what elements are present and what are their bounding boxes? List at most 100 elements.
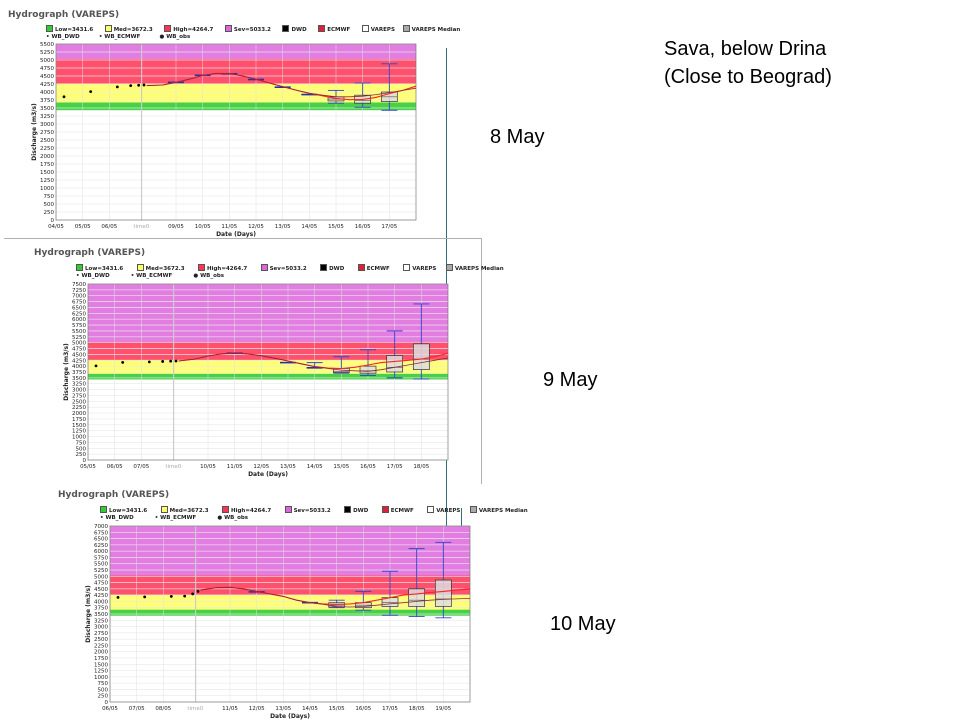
date-label-1: 8 May bbox=[490, 126, 545, 148]
obs-point bbox=[147, 360, 151, 364]
y-tick-label: 3500 bbox=[94, 612, 108, 618]
obs-point bbox=[174, 359, 178, 363]
box-iqr bbox=[434, 579, 452, 607]
band-low bbox=[88, 373, 448, 380]
y-tick-label: 2750 bbox=[94, 631, 108, 637]
y-tick-label: 4000 bbox=[72, 364, 86, 370]
x-tick-label: 16/05 bbox=[355, 706, 371, 712]
y-tick-label: 750 bbox=[44, 194, 55, 200]
x-tick-label: 05/05 bbox=[75, 224, 91, 230]
y-tick-label: 7250 bbox=[72, 288, 86, 294]
box-iqr bbox=[359, 365, 377, 374]
obs-point bbox=[143, 595, 147, 599]
x-tick-label: 05/05 bbox=[80, 464, 96, 470]
location-title-line2: (Close to Beograd) bbox=[664, 66, 832, 88]
y-tick-label: 6500 bbox=[72, 305, 86, 311]
y-tick-label: 4250 bbox=[40, 82, 54, 88]
x-tick-label: 13/05 bbox=[280, 464, 296, 470]
y-tick-label: 5500 bbox=[40, 42, 54, 48]
x-tick-label: 09/05 bbox=[168, 224, 184, 230]
obs-point bbox=[121, 360, 125, 364]
obs-point bbox=[115, 85, 119, 89]
y-tick-label: 1750 bbox=[94, 656, 108, 662]
x-tick-label: 13/05 bbox=[275, 224, 291, 230]
obs-point bbox=[191, 592, 195, 596]
band-low bbox=[56, 102, 416, 111]
x-tick-label: 12/05 bbox=[248, 224, 264, 230]
y-tick-label: 4750 bbox=[94, 581, 108, 587]
x-tick-label: 08/05 bbox=[155, 706, 171, 712]
y-tick-label: 4250 bbox=[72, 358, 86, 364]
y-tick-label: 750 bbox=[98, 681, 109, 687]
obs-point bbox=[116, 596, 120, 599]
date-label-2: 9 May bbox=[543, 369, 598, 391]
y-tick-label: 1250 bbox=[72, 429, 86, 435]
y-tick-label: 250 bbox=[44, 210, 55, 216]
y-tick-label: 7500 bbox=[72, 282, 86, 288]
obs-point bbox=[169, 359, 173, 363]
y-tick-label: 3000 bbox=[40, 122, 54, 128]
x-tick-label: time0 bbox=[187, 706, 203, 712]
obs-point bbox=[196, 589, 200, 593]
x-axis-label: Date (Days) bbox=[270, 713, 310, 720]
y-tick-label: 2250 bbox=[40, 146, 54, 152]
y-tick-label: 2000 bbox=[94, 650, 108, 656]
hydrograph-chart: 0250500750100012501500175020002250250027… bbox=[85, 524, 471, 720]
y-tick-label: 2000 bbox=[72, 411, 86, 417]
x-tick-label: 06/05 bbox=[102, 706, 118, 712]
y-axis-label: Discharge (m3/s) bbox=[63, 343, 70, 401]
y-tick-label: 3000 bbox=[72, 388, 86, 394]
y-tick-label: 4000 bbox=[40, 90, 54, 96]
y-tick-label: 5750 bbox=[94, 555, 108, 561]
x-tick-label: 06/05 bbox=[107, 464, 123, 470]
x-tick-label: 18/05 bbox=[413, 464, 429, 470]
y-tick-label: 4500 bbox=[94, 587, 108, 593]
y-tick-label: 5500 bbox=[94, 562, 108, 568]
y-tick-label: 2500 bbox=[72, 399, 86, 405]
y-axis-label: Discharge (m3/s) bbox=[31, 103, 38, 161]
y-tick-label: 500 bbox=[44, 202, 55, 208]
y-tick-label: 1000 bbox=[72, 435, 86, 441]
y-tick-label: 2500 bbox=[40, 138, 54, 144]
y-tick-label: 1750 bbox=[40, 162, 54, 168]
y-tick-label: 6000 bbox=[72, 317, 86, 323]
y-tick-label: 6750 bbox=[72, 300, 86, 306]
y-tick-label: 6000 bbox=[94, 549, 108, 555]
x-tick-label: 14/05 bbox=[301, 224, 317, 230]
y-tick-label: 3500 bbox=[40, 106, 54, 112]
y-tick-label: 5500 bbox=[72, 329, 86, 335]
y-tick-label: 5000 bbox=[40, 58, 54, 64]
x-tick-label: 14/05 bbox=[302, 706, 318, 712]
y-tick-label: 4500 bbox=[72, 352, 86, 358]
obs-point bbox=[89, 90, 93, 94]
x-tick-label: 11/05 bbox=[227, 464, 243, 470]
x-tick-label: 16/05 bbox=[360, 464, 376, 470]
x-tick-label: 04/05 bbox=[48, 224, 64, 230]
y-tick-label: 5750 bbox=[72, 323, 86, 329]
x-tick-label: 19/05 bbox=[435, 706, 451, 712]
x-tick-label: 07/05 bbox=[129, 706, 145, 712]
hydrograph-chart: 0250500750100012501500175020002250250027… bbox=[31, 42, 417, 238]
y-tick-label: 3000 bbox=[94, 625, 108, 631]
x-tick-label: 15/05 bbox=[333, 464, 349, 470]
obs-point bbox=[129, 84, 133, 87]
x-tick-label: 15/05 bbox=[328, 224, 344, 230]
obs-point bbox=[183, 594, 187, 598]
x-tick-label: 18/05 bbox=[409, 706, 425, 712]
obs-point bbox=[62, 95, 66, 99]
x-axis-label: Date (Days) bbox=[216, 231, 256, 238]
obs-point bbox=[137, 83, 141, 87]
y-tick-label: 2000 bbox=[40, 154, 54, 160]
band-high bbox=[56, 58, 416, 84]
y-tick-label: 2250 bbox=[72, 405, 86, 411]
hydrograph-chart: 0250500750100012501500175020002250250027… bbox=[63, 282, 449, 478]
y-tick-label: 5250 bbox=[40, 50, 54, 56]
x-tick-label: 14/05 bbox=[307, 464, 323, 470]
x-tick-label: 15/05 bbox=[329, 706, 345, 712]
y-tick-label: 500 bbox=[98, 687, 109, 693]
obs-point bbox=[161, 360, 165, 363]
y-tick-label: 4750 bbox=[40, 66, 54, 72]
y-tick-label: 7000 bbox=[94, 524, 108, 530]
x-tick-label: 12/05 bbox=[249, 706, 265, 712]
x-tick-label: 17/05 bbox=[387, 464, 403, 470]
